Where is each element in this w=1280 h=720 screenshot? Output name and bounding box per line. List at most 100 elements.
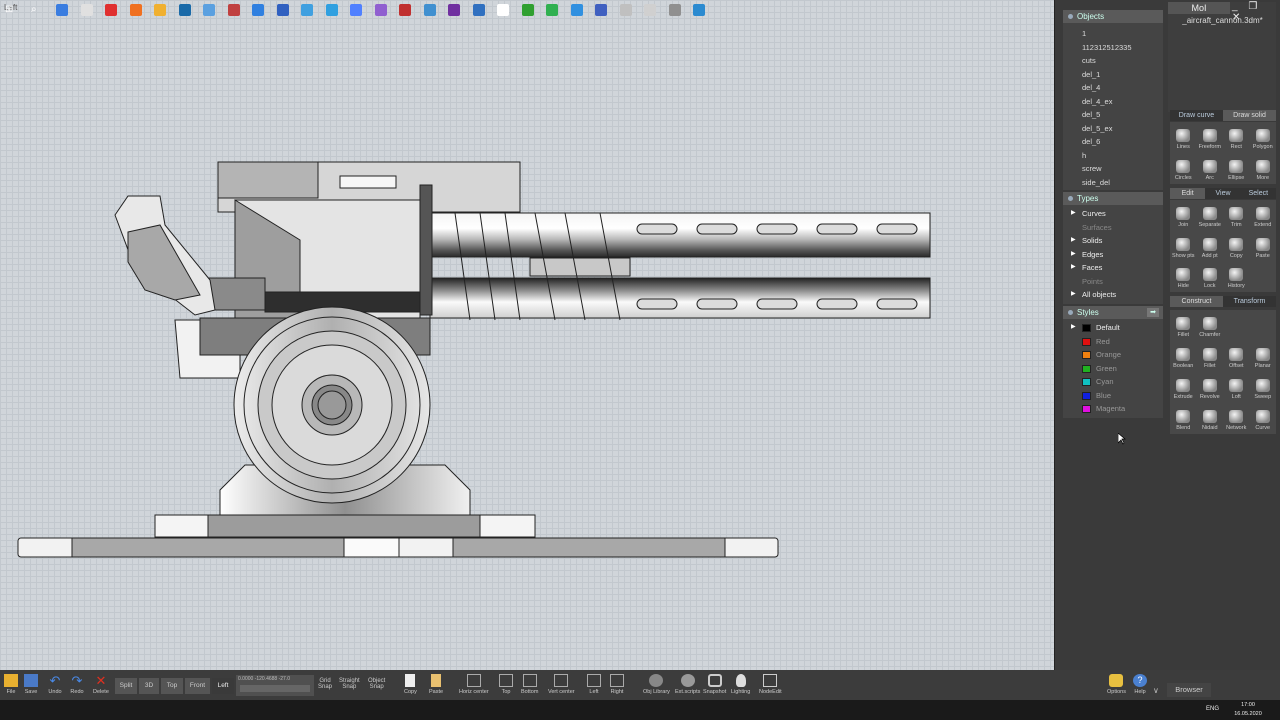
rect-tool-button[interactable]: Rect: [1223, 122, 1250, 152]
steam-icon[interactable]: [178, 4, 191, 16]
app-icon[interactable]: [521, 4, 534, 16]
straight-snap-button[interactable]: Straight Snap: [339, 676, 360, 690]
trim-tool-button[interactable]: Trim: [1223, 200, 1250, 230]
offset-tool-button[interactable]: Offset: [1223, 341, 1250, 371]
lines-tool-button[interactable]: Lines: [1170, 122, 1197, 152]
history-tool-button[interactable]: History: [1223, 261, 1250, 291]
snapshot-button[interactable]: Snapshot: [703, 674, 726, 695]
notion-icon[interactable]: [668, 4, 681, 16]
indesign-icon[interactable]: [472, 4, 485, 16]
photos-icon[interactable]: [203, 4, 215, 16]
type-item-points[interactable]: Points: [1063, 275, 1163, 289]
object-item[interactable]: cuts: [1063, 54, 1163, 68]
loft-tool-button[interactable]: Loft: [1223, 372, 1250, 402]
windows-start-icon[interactable]: ⊞: [5, 4, 17, 16]
objects-header[interactable]: Objects: [1063, 10, 1163, 23]
planar-tool-button[interactable]: Planar: [1250, 341, 1277, 371]
save-button[interactable]: Save: [24, 674, 38, 695]
node-edit-button[interactable]: NodeEdit: [759, 674, 782, 695]
align-vert-center-button[interactable]: Vert center: [548, 674, 575, 695]
revolve-tool-button[interactable]: Revolve: [1197, 372, 1224, 402]
mail-icon[interactable]: [227, 4, 240, 16]
separate-tool-button[interactable]: Separate: [1197, 200, 1224, 230]
freeform-tool-button[interactable]: Freeform: [1197, 122, 1224, 152]
tab-draw-solid[interactable]: Draw solid: [1223, 110, 1276, 121]
object-item[interactable]: side_del: [1063, 176, 1163, 190]
app-icon[interactable]: [350, 4, 362, 16]
tab-select[interactable]: Select: [1240, 188, 1276, 199]
object-item[interactable]: screw: [1063, 162, 1163, 176]
viewport-left[interactable]: Left: [0, 0, 1055, 670]
type-item-faces[interactable]: ▶ Faces: [1063, 261, 1163, 275]
lock-tool-button[interactable]: Lock: [1197, 261, 1224, 291]
type-item-surfaces[interactable]: Surfaces: [1063, 221, 1163, 235]
moi-icon[interactable]: [301, 4, 313, 16]
premiere-icon[interactable]: [399, 4, 411, 16]
type-item-solids[interactable]: ▶ Solids: [1063, 234, 1163, 248]
style-item-orange[interactable]: Orange: [1063, 348, 1163, 362]
app-icon[interactable]: [644, 4, 656, 16]
style-item-green[interactable]: Green: [1063, 362, 1163, 376]
delete-button[interactable]: ✕ Delete: [93, 674, 109, 695]
align-left-button[interactable]: Left: [587, 674, 601, 695]
polygon-tool-button[interactable]: Polygon: [1250, 122, 1277, 152]
copy-tool-button[interactable]: Copy: [1223, 231, 1250, 261]
type-item-curves[interactable]: ▶ Curves: [1063, 207, 1163, 221]
opera-icon[interactable]: [105, 4, 117, 16]
object-item[interactable]: del_6: [1063, 135, 1163, 149]
undo-button[interactable]: ↶ Undo: [48, 674, 62, 695]
cannon-model[interactable]: [0, 0, 1055, 670]
paste-tool-button[interactable]: Paste: [1250, 231, 1277, 261]
view-left-button[interactable]: Left: [212, 678, 234, 694]
network-tool-button[interactable]: Network: [1223, 403, 1250, 433]
redo-button[interactable]: ↷ Redo: [70, 674, 84, 695]
app-icon[interactable]: [570, 4, 583, 16]
sweep-tool-button[interactable]: Sweep: [1250, 372, 1277, 402]
file-button[interactable]: File: [4, 674, 18, 695]
type-item-all-objects[interactable]: ▶ All objects: [1063, 288, 1163, 302]
styles-header[interactable]: Styles ➡: [1063, 306, 1163, 319]
object-item[interactable]: del_4_ex: [1063, 95, 1163, 109]
language-indicator[interactable]: ENG: [1206, 706, 1219, 712]
browser-button[interactable]: Browser: [1167, 683, 1211, 697]
steam-icon[interactable]: [693, 4, 705, 16]
calculator-icon[interactable]: [56, 4, 68, 16]
styles-edit-icon[interactable]: ➡: [1147, 308, 1159, 317]
skype-icon[interactable]: [595, 4, 607, 16]
object-snap-button[interactable]: Object Snap: [368, 676, 385, 690]
object-item[interactable]: del_4: [1063, 81, 1163, 95]
spotify-icon[interactable]: [546, 4, 558, 16]
tab-draw-curve[interactable]: Draw curve: [1170, 110, 1223, 121]
tab-construct[interactable]: Construct: [1170, 296, 1223, 307]
style-item-red[interactable]: Red: [1063, 335, 1163, 349]
tab-view[interactable]: View: [1205, 188, 1241, 199]
align-horiz-center-button[interactable]: Horiz center: [459, 674, 489, 695]
chamfer-tool-button[interactable]: Chamfer: [1197, 310, 1224, 340]
extrude-tool-button[interactable]: Extrude: [1170, 372, 1197, 402]
paste-button[interactable]: Paste: [429, 674, 443, 695]
boolean-tool-button[interactable]: Boolean: [1170, 341, 1197, 371]
photoshop-icon[interactable]: [423, 4, 436, 16]
chevron-down-icon[interactable]: ∨: [1153, 686, 1159, 695]
clock[interactable]: 17:00 16.05.2020: [1228, 701, 1268, 719]
add-pt-tool-button[interactable]: Add pt: [1197, 231, 1224, 261]
arc-tool-button[interactable]: Arc: [1197, 153, 1224, 183]
blend-tool-button[interactable]: Blend: [1170, 403, 1197, 433]
app-icon[interactable]: [497, 4, 509, 16]
view-split-button[interactable]: Split: [115, 678, 137, 694]
hide-tool-button[interactable]: Hide: [1170, 261, 1197, 291]
view-3d-button[interactable]: 3D: [139, 678, 159, 694]
object-item[interactable]: 1: [1063, 27, 1163, 41]
fillet-tool-button[interactable]: Fillet: [1170, 310, 1197, 340]
firefox-icon[interactable]: [129, 4, 142, 16]
circles-tool-button[interactable]: Circles: [1170, 153, 1197, 183]
more-tool-button[interactable]: More: [1250, 153, 1277, 183]
join-tool-button[interactable]: Join: [1170, 200, 1197, 230]
object-item[interactable]: del_5_ex: [1063, 122, 1163, 136]
tab-transform[interactable]: Transform: [1223, 296, 1276, 307]
object-item[interactable]: del_5: [1063, 108, 1163, 122]
fillet-tool-button[interactable]: Fillet: [1197, 341, 1224, 371]
object-item[interactable]: h: [1063, 149, 1163, 163]
copy-button[interactable]: Copy: [404, 674, 417, 695]
app-icon[interactable]: [325, 4, 338, 16]
